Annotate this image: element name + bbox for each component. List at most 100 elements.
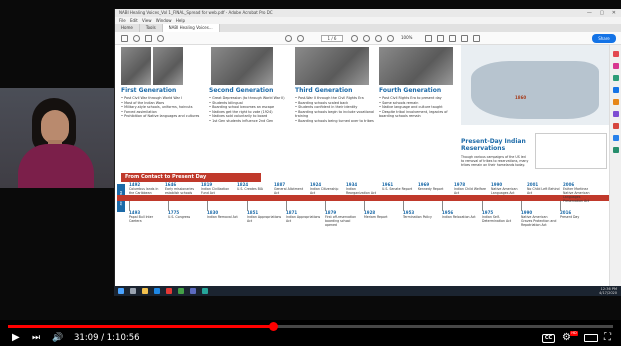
reservations-body: Though various campaigns of the US led t… — [461, 155, 529, 168]
play-icon[interactable]: ▶ — [12, 332, 20, 344]
timeline-event-text: U.S. Senate Report — [382, 187, 413, 191]
windows-taskbar: 12:36 PM 4/17/2020 — [114, 286, 621, 296]
timeline-tick — [364, 201, 365, 211]
second-gen-point: Great Depression (to through World War I… — [209, 96, 289, 101]
menu-edit[interactable]: Edit — [130, 18, 138, 23]
timeline-event-text: Papal Bull Inter Caetera — [129, 215, 154, 223]
organize-pages-icon[interactable] — [613, 111, 619, 117]
pointer-icon[interactable] — [351, 35, 358, 42]
timeline-event-text: Indian Reorganization Act — [346, 187, 376, 195]
sign-icon[interactable] — [473, 35, 480, 42]
combine-files-icon[interactable] — [613, 99, 619, 105]
edit-pdf-icon[interactable] — [613, 63, 619, 69]
edge-icon[interactable] — [154, 288, 160, 294]
timeline-event: 1492 Columbus lands in the Caribbean — [129, 183, 163, 196]
historical-photo-3 — [211, 47, 273, 85]
timeline-event-text: Native American Graves Protection and Re… — [521, 215, 557, 227]
timeline-event: 1956 Indian Relocation Act — [442, 211, 479, 220]
fullscreen-icon[interactable]: ⛶ — [604, 332, 611, 344]
comment-icon[interactable] — [437, 35, 444, 42]
menu-help[interactable]: Help — [176, 18, 185, 23]
window-controls[interactable]: — ▢ ✕ — [587, 9, 619, 17]
timeline-event-text: Indian Appropriations Act — [247, 215, 282, 223]
timeline-tick — [129, 201, 130, 211]
video-frame[interactable]: NABI Healing Voices_Vol 1_FINAL_Spread f… — [0, 0, 621, 320]
zoom-out-icon[interactable] — [375, 35, 382, 42]
third-generation-section: Third Generation Post-War II through the… — [295, 87, 375, 183]
window-titlebar: NABI Healing Voices_Vol 1_FINAL_Spread f… — [115, 9, 621, 17]
timeline-event: 1493 Papal Bull Inter Caetera — [129, 211, 166, 224]
second-generation-title: Second Generation — [209, 87, 274, 94]
menu-file[interactable]: File — [119, 18, 126, 23]
highlight-icon[interactable] — [449, 35, 456, 42]
upload-icon[interactable] — [133, 35, 140, 42]
app-icon[interactable] — [202, 288, 208, 294]
protect-icon[interactable] — [613, 135, 619, 141]
menu-window[interactable]: Window — [156, 18, 172, 23]
theater-mode-icon[interactable] — [584, 334, 598, 342]
historical-photo-1 — [121, 47, 151, 85]
player-controls: ▶ ⏭ 🔊 31:09 / 1:10:56 CC ⚙ HD ⛶ — [0, 330, 621, 346]
second-gen-point: 1st Gen students influence 2nd Gen — [209, 119, 289, 124]
page-number-field[interactable]: 1 / 6 — [321, 35, 343, 42]
timeline-event: 1969 Kennedy Report — [418, 183, 452, 192]
next-icon[interactable]: ⏭ — [32, 332, 40, 344]
share-button[interactable]: Share — [592, 34, 616, 43]
pen-icon[interactable] — [461, 35, 468, 42]
volume-icon[interactable]: 🔊 — [52, 332, 63, 344]
captions-button[interactable]: CC — [542, 334, 555, 343]
fill-sign-icon[interactable] — [613, 147, 619, 153]
search-icon[interactable] — [157, 35, 164, 42]
search-taskbar-icon[interactable] — [130, 288, 136, 294]
timeline-event: 1928 Meriam Report — [364, 211, 401, 220]
timeline-event: 1830 Indian Removal Act — [207, 211, 244, 220]
first-gen-point: Prohibition of Native languages and cult… — [121, 114, 203, 119]
acrobat-icon[interactable] — [166, 288, 172, 294]
timeline-header: From Contact to Present Day — [121, 173, 261, 182]
first-generation-section: First Generation Post Civil War through … — [121, 87, 203, 183]
timeline-event: 1953 Termination Policy — [403, 211, 440, 220]
timeline-event: 1924 Indian Citizenship Act — [310, 183, 344, 196]
fit-page-icon[interactable] — [425, 35, 432, 42]
video-progress-bar[interactable] — [8, 322, 613, 331]
timeline-event: 2001 No Child Left Behind Act — [527, 183, 561, 196]
timeline-event-text: Meriam Report — [364, 215, 388, 219]
menu-view[interactable]: View — [142, 18, 152, 23]
teams-icon[interactable] — [190, 288, 196, 294]
timeline-event-text: U.S. Congress — [168, 215, 191, 219]
hand-icon[interactable] — [363, 35, 370, 42]
timeline-event: 1934 Indian Reorganization Act — [346, 183, 380, 196]
next-page-icon[interactable] — [297, 35, 304, 42]
create-pdf-icon[interactable] — [613, 75, 619, 81]
time-display: 31:09 / 1:10:56 — [74, 333, 140, 343]
timeline-event-text: Esther Martinez Native American Language… — [563, 187, 590, 203]
third-generation-title: Third Generation — [295, 87, 353, 94]
us-map-1860 — [461, 45, 610, 125]
comment-tool-icon[interactable] — [613, 87, 619, 93]
tab-document[interactable]: NABI Healing Voices... — [162, 24, 220, 32]
start-icon[interactable] — [118, 288, 124, 294]
redact-icon[interactable] — [613, 123, 619, 129]
zoom-level[interactable]: 100% — [401, 35, 412, 40]
third-gen-point: Boarding schools being turned over to tr… — [295, 119, 375, 124]
timeline-event-text: Indian Relocation Act — [442, 215, 476, 219]
hd-badge: HD — [570, 331, 578, 336]
timeline-event: 1775 U.S. Congress — [168, 211, 205, 220]
prev-page-icon[interactable] — [285, 35, 292, 42]
pdf-reader-window: NABI Healing Voices_Vol 1_FINAL_Spread f… — [114, 9, 621, 286]
timeline-tick — [168, 201, 169, 211]
tab-home[interactable]: Home — [115, 24, 140, 32]
save-icon[interactable] — [121, 35, 128, 42]
timeline-event: 1871 Indian Appropriations Act — [286, 211, 323, 224]
timeline-tick — [403, 201, 404, 211]
timeline-tick — [325, 201, 326, 211]
file-explorer-icon[interactable] — [142, 288, 148, 294]
timeline-event-text: Indian Child Welfare Act — [454, 187, 486, 195]
print-icon[interactable] — [145, 35, 152, 42]
export-pdf-icon[interactable] — [613, 51, 619, 57]
video-player[interactable]: NABI Healing Voices_Vol 1_FINAL_Spread f… — [0, 0, 621, 346]
tab-tools[interactable]: Tools — [140, 24, 163, 32]
timeline-tick — [442, 201, 443, 211]
zoom-in-icon[interactable] — [387, 35, 394, 42]
chrome-icon[interactable] — [178, 288, 184, 294]
